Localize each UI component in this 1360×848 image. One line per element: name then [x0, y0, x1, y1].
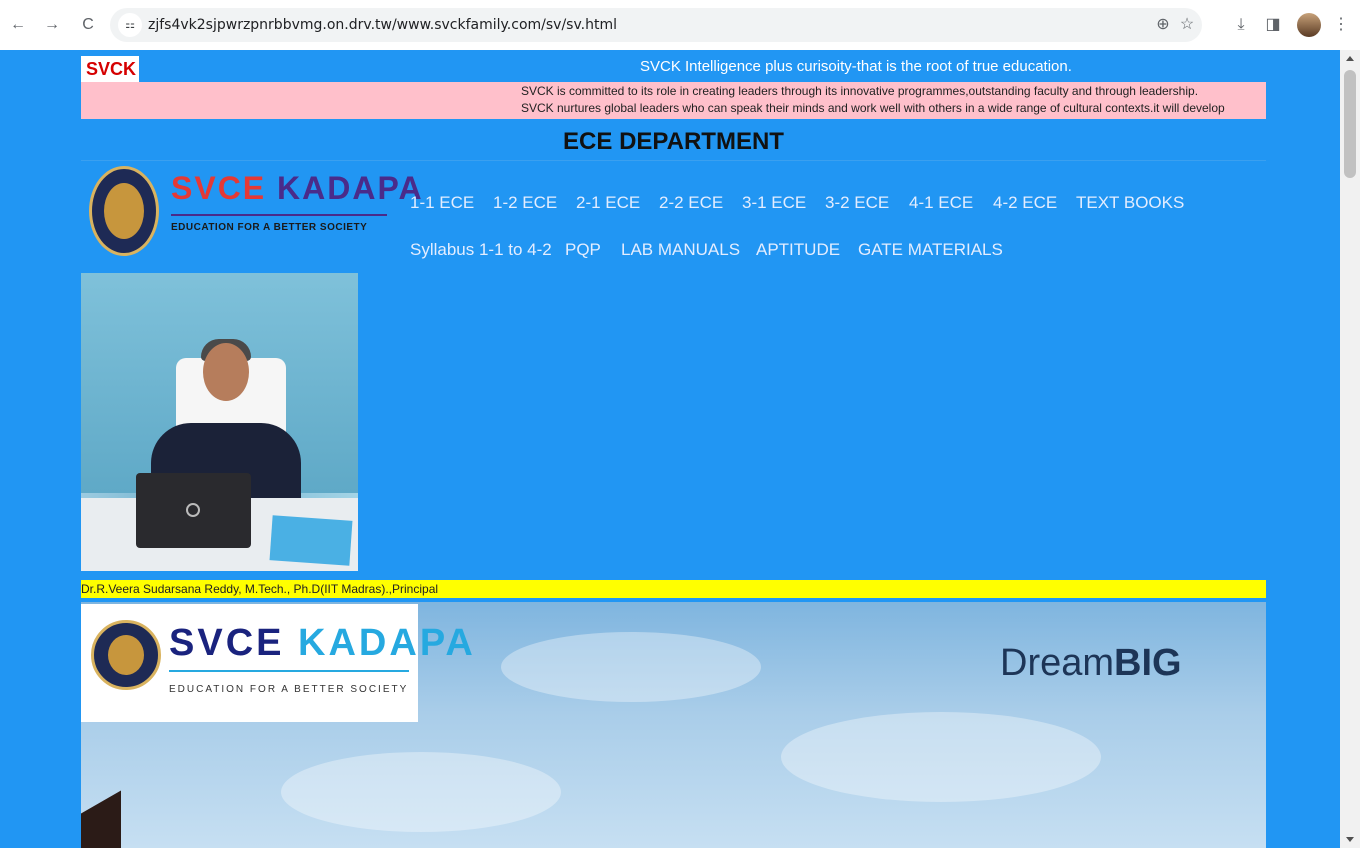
seal-icon	[89, 166, 159, 256]
banner-tagline: EDUCATION FOR A BETTER SOCIETY	[169, 684, 409, 695]
menu-item-lab-manuals[interactable]: LAB MANUALS	[621, 240, 740, 260]
banner-brand-name: SVCE KADAPA	[169, 622, 476, 664]
url-text[interactable]: zjfs4vk2sjpwrzpnrbbvmg.on.drv.tw/www.svc…	[148, 17, 617, 33]
brand-name: SVCE KADAPA	[171, 170, 424, 206]
scroll-down-icon[interactable]	[1346, 837, 1354, 842]
college-logo[interactable]: SVCE KADAPA EDUCATION FOR A BETTER SOCIE…	[81, 164, 422, 260]
menu-item-4-2-ece[interactable]: 4-2 ECE	[993, 193, 1057, 213]
svck-label: SVCK	[81, 56, 139, 82]
scroll-thumb[interactable]	[1344, 70, 1356, 178]
marquee-text: SVCK Intelligence plus curisoity-that is…	[640, 58, 1072, 75]
star-icon[interactable]: ☆	[1176, 14, 1198, 36]
hero-banner: SVCE KADAPA EDUCATION FOR A BETTER SOCIE…	[81, 602, 1266, 848]
banner-brand-divider	[169, 670, 409, 672]
reload-button[interactable]: C	[78, 14, 98, 36]
mission-line-2: SVCK nurtures global leaders who can spe…	[521, 101, 1225, 115]
scroll-up-icon[interactable]	[1346, 56, 1354, 61]
menu-item-3-1-ece[interactable]: 3-1 ECE	[742, 193, 806, 213]
menu-item-aptitude[interactable]: APTITUDE	[756, 240, 840, 260]
avatar[interactable]	[1297, 13, 1321, 37]
roof-silhouette	[81, 790, 121, 848]
sidebar-icon[interactable]: ◨	[1262, 14, 1284, 36]
banner-logo: SVCE KADAPA EDUCATION FOR A BETTER SOCIE…	[81, 604, 473, 722]
dream-big-slogan: DreamBIG	[1000, 642, 1182, 684]
brand-divider	[171, 214, 387, 216]
menu-item-2-1-ece[interactable]: 2-1 ECE	[576, 193, 640, 213]
browser-toolbar: ← → C ⚏ zjfs4vk2sjpwrzpnrbbvmg.on.drv.tw…	[0, 0, 1360, 50]
download-icon[interactable]: ⤓	[1230, 14, 1252, 36]
mission-bar: SVCK is committed to its role in creatin…	[81, 82, 1266, 119]
menu-item-pqp[interactable]: PQP	[565, 240, 601, 260]
seal-icon	[91, 620, 161, 690]
brand-tagline: EDUCATION FOR A BETTER SOCIETY	[171, 222, 368, 233]
zoom-icon[interactable]: ⊕	[1152, 14, 1174, 36]
menu-item-gate-materials[interactable]: GATE MATERIALS	[858, 240, 1003, 260]
kebab-menu-icon[interactable]: ⋮	[1330, 14, 1352, 36]
menu-item-text-books[interactable]: TEXT BOOKS	[1076, 193, 1184, 213]
mission-line-1: SVCK is committed to its role in creatin…	[521, 84, 1199, 98]
address-bar[interactable]: ⚏ zjfs4vk2sjpwrzpnrbbvmg.on.drv.tw/www.s…	[110, 8, 1202, 42]
site-info-icon[interactable]: ⚏	[118, 13, 142, 37]
menu-item-4-1-ece[interactable]: 4-1 ECE	[909, 193, 973, 213]
forward-button[interactable]: →	[42, 14, 62, 36]
page-title: ECE DEPARTMENT	[563, 128, 784, 155]
menu-item-syllabus[interactable]: Syllabus 1-1 to 4-2	[410, 240, 552, 260]
menu-item-2-2-ece[interactable]: 2-2 ECE	[659, 193, 723, 213]
menu-item-1-1-ece[interactable]: 1-1 ECE	[410, 193, 474, 213]
menu-item-1-2-ece[interactable]: 1-2 ECE	[493, 193, 557, 213]
vertical-scrollbar[interactable]	[1340, 50, 1360, 848]
principal-photo	[81, 273, 358, 571]
menu-item-3-2-ece[interactable]: 3-2 ECE	[825, 193, 889, 213]
principal-caption: Dr.R.Veera Sudarsana Reddy, M.Tech., Ph.…	[81, 580, 1266, 598]
page-viewport: SVCK SVCK Intelligence plus curisoity-th…	[0, 50, 1340, 848]
back-button[interactable]: ←	[8, 14, 28, 36]
